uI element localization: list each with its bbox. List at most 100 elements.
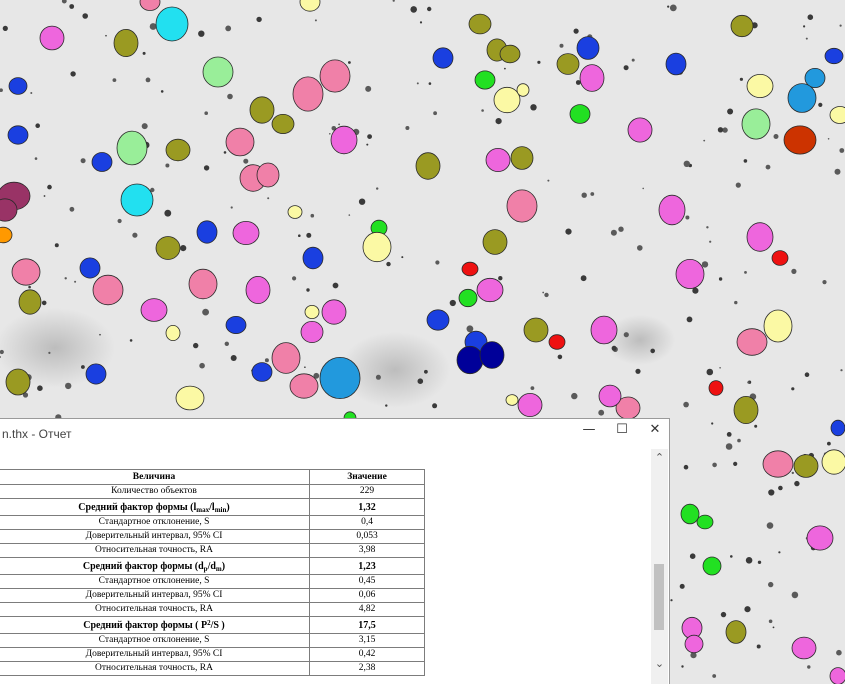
speck [424,369,428,374]
speck [292,276,297,281]
particle-blob [506,189,538,223]
particle-blob [116,130,148,166]
speck [718,277,723,281]
particle-blob [746,222,774,252]
row-value: 229 [309,484,425,499]
speck [571,392,578,400]
speck [623,332,629,338]
speck [230,355,237,361]
scroll-thumb[interactable] [654,564,664,630]
row-value: 0,06 [309,588,425,603]
particle-blob [493,86,521,114]
speck [298,234,301,237]
table-row: Средний фактор формы (dp/dm) 1,23 [0,557,425,575]
row-label: Относительная точность, RA [0,661,310,676]
row-value: 1,32 [309,498,425,516]
speck [807,665,811,669]
speck [730,555,733,558]
close-icon[interactable]: ✕ [638,419,669,447]
window-title: n.thx - Отчет [2,427,72,441]
table-row: Доверительный интервал, 95% CI 0,06 [0,588,425,603]
particle-blob [113,28,139,58]
speck [65,382,72,390]
particle-blob [120,183,154,217]
speck [332,282,339,289]
vertical-scrollbar[interactable]: ⌃ ⌄ [651,449,668,684]
particle-blob [91,152,113,172]
speck [204,111,208,115]
speck [618,226,624,232]
table-row: Относительная точность, RA 2,38 [0,661,425,676]
particle-blob [517,392,543,417]
particle-blob [793,454,819,478]
speck [689,553,696,559]
speck [590,192,595,196]
particle-blob [415,152,441,180]
speck [778,485,783,491]
speck [544,292,549,298]
particle-blob [287,205,303,219]
particle-blob [79,257,101,279]
particle-blob [8,77,28,95]
label-text: Средний фактор формы (l [78,501,197,513]
speck [683,160,690,167]
particle-blob [746,74,774,99]
title-bar: n.thx - Отчет — ☐ ✕ [0,419,669,449]
particle-blob [432,47,454,69]
maximize-icon[interactable]: ☐ [605,419,639,447]
speck [70,71,76,77]
row-value: 2,38 [309,661,425,676]
particle-blob [736,328,768,356]
speck [667,5,670,8]
particle-blob [225,315,247,334]
particle-blob [292,76,324,112]
particle-blob [665,52,687,76]
row-label: Доверительный интервал, 95% CI [0,588,310,603]
speck [637,245,643,251]
label-text: /S ) [210,619,225,631]
speck [164,209,172,217]
speck [224,341,229,346]
particle-blob [702,556,722,576]
label-text: ) [221,560,226,572]
speck [573,28,579,34]
row-label: Относительная точность, RA [0,602,310,617]
speck [768,619,773,624]
particle-blob [461,261,479,277]
speck [203,165,210,171]
speck [466,325,474,333]
speck [304,366,306,369]
table-row: Доверительный интервал, 95% CI 0,42 [0,647,425,662]
speck [547,179,550,182]
speck [791,471,794,475]
speck [223,151,227,154]
speck [733,461,738,466]
speck [725,443,733,450]
scroll-down-icon[interactable]: ⌄ [651,655,668,672]
particle-blob [576,36,600,60]
scroll-up-icon[interactable]: ⌃ [651,449,668,466]
speck [839,24,842,27]
speck [581,192,587,198]
speck [432,403,438,409]
speck [358,198,366,205]
speck [530,104,537,111]
particle-blob [708,380,724,396]
speck [706,226,709,229]
row-value: 1,23 [309,557,425,575]
speck [504,67,506,70]
particle-blob [319,356,361,399]
speck [739,77,744,81]
particle-blob [499,44,521,64]
speck [230,206,233,209]
minimize-icon[interactable]: — [572,419,606,447]
speck [839,148,845,153]
speck [744,271,747,274]
speck [435,260,440,265]
speck [791,268,797,274]
speck [745,557,753,564]
particle-blob [289,373,319,399]
speck [559,43,564,48]
speck [306,288,310,292]
speck [129,339,133,342]
